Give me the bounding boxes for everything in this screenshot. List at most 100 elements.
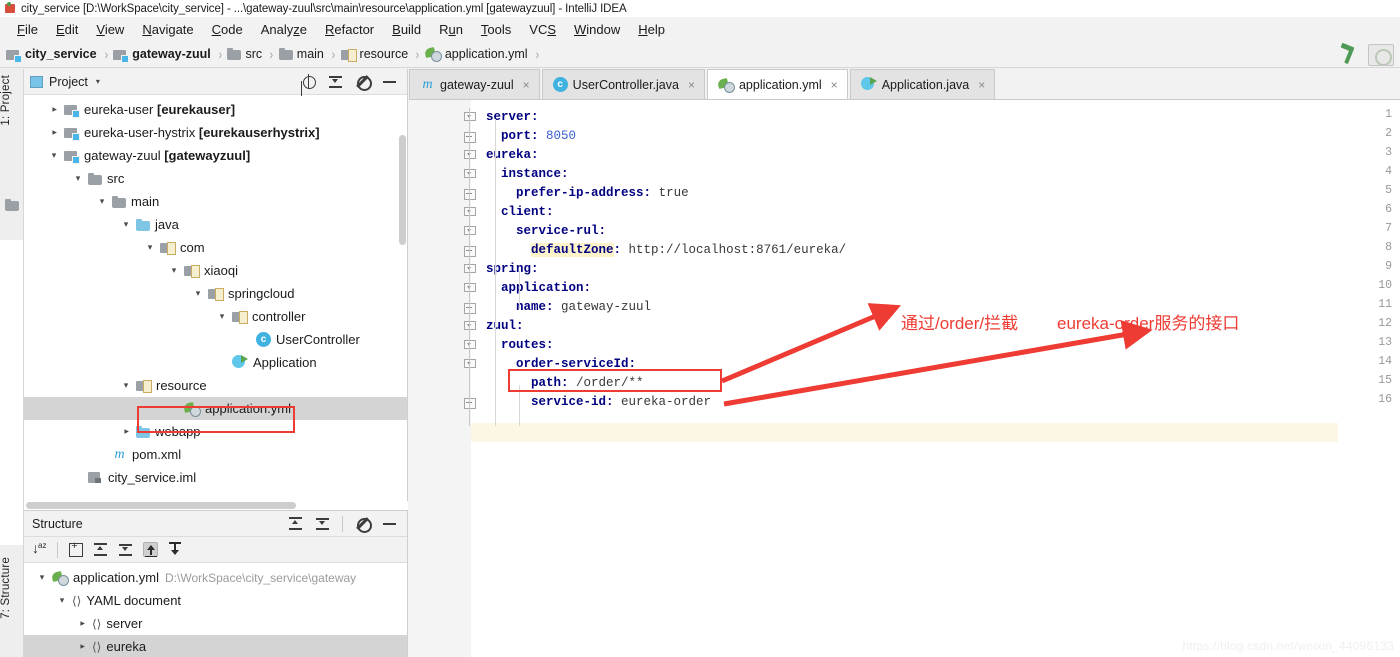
collapse-all-icon[interactable] — [315, 516, 330, 531]
tree-row-main[interactable]: ▾ main — [24, 190, 407, 213]
tree-row-eureka-user-hystrix[interactable]: ▾ eureka-user-hystrix [eurekauserhystrix… — [24, 121, 407, 144]
chevron-down-icon[interactable]: ▾ — [116, 380, 136, 391]
code-line: prefer-ip-address: true — [471, 184, 689, 203]
menu-edit[interactable]: Edit — [47, 20, 87, 39]
expand-all-icon[interactable] — [93, 542, 108, 557]
chevron-down-icon[interactable]: ▾ — [188, 288, 208, 299]
breadcrumb-item-src[interactable]: src — [227, 47, 262, 61]
menu-file[interactable]: File — [8, 20, 47, 39]
menu-help[interactable]: Help — [629, 20, 674, 39]
tree-row-controller[interactable]: ▾ controller — [24, 305, 407, 328]
tree-row-com[interactable]: ▾ com — [24, 236, 407, 259]
chevron-right-icon[interactable]: ▾ — [72, 641, 92, 652]
breadcrumb-item-resource[interactable]: resource — [340, 47, 408, 62]
structure-row-server[interactable]: ▾ ⟨⟩ server — [24, 612, 407, 635]
run-config-icon[interactable] — [1368, 44, 1394, 66]
code-line: routes: — [471, 336, 554, 355]
chevron-right-icon[interactable]: ▾ — [116, 426, 136, 437]
breadcrumb-item-main[interactable]: main — [278, 47, 324, 61]
tree-row-application-class[interactable]: Application — [24, 351, 407, 374]
menu-run[interactable]: Run — [430, 20, 472, 39]
tab-gateway-zuul[interactable]: m gateway-zuul × — [409, 69, 540, 99]
menu-window[interactable]: Window — [565, 20, 629, 39]
chevron-down-icon[interactable]: ▾ — [32, 572, 52, 583]
tree-row-springcloud[interactable]: ▾ springcloud — [24, 282, 407, 305]
project-tree-hscrollbar[interactable] — [24, 501, 408, 510]
yaml-key: client — [501, 205, 547, 219]
collapse-all-icon[interactable] — [118, 542, 133, 557]
tab-application-yml[interactable]: application.yml × — [706, 69, 848, 99]
tool-strip-project[interactable]: 1: Project — [0, 71, 24, 130]
code-line: client: — [471, 203, 554, 222]
chevron-down-icon[interactable]: ▾ — [68, 173, 88, 184]
code-line: port: 8050 — [471, 127, 576, 146]
tab-label: gateway-zuul — [440, 77, 514, 92]
chevron-right-icon[interactable]: ▾ — [44, 127, 64, 138]
structure-panel-title: Structure — [32, 516, 83, 531]
chevron-down-icon[interactable]: ▾ — [140, 242, 160, 253]
collapse-all-icon[interactable] — [328, 74, 343, 89]
yaml-key: service-rul — [516, 224, 599, 238]
structure-row-application-yml[interactable]: ▾ application.yml D:\WorkSpace\city_serv… — [24, 566, 407, 589]
yaml-file-icon — [718, 78, 735, 93]
menu-build[interactable]: Build — [383, 20, 430, 39]
breadcrumb-item-application-yml[interactable]: application.yml — [425, 47, 528, 62]
tree-row-src[interactable]: ▾ src — [24, 167, 407, 190]
tree-row-usercontroller[interactable]: c UserController — [24, 328, 407, 351]
tool-strip-structure[interactable]: 7: Structure — [0, 553, 24, 623]
menu-analyze[interactable]: Analyze — [252, 20, 316, 39]
chevron-down-icon[interactable]: ▾ — [116, 219, 136, 230]
folder-icon — [88, 172, 102, 185]
chevron-down-icon[interactable]: ▾ — [96, 77, 100, 86]
close-icon[interactable]: × — [978, 78, 985, 92]
menu-refactor[interactable]: Refactor — [316, 20, 383, 39]
chevron-down-icon[interactable]: ▾ — [212, 311, 232, 322]
scroll-from-source-icon[interactable] — [301, 74, 316, 89]
hammer-icon[interactable] — [1338, 44, 1360, 66]
show-properties-icon[interactable] — [68, 540, 83, 557]
tree-label: eureka-user-hystrix [eurekauserhystrix] — [84, 125, 320, 140]
menu-navigate[interactable]: Navigate — [133, 20, 202, 39]
settings-gear-icon[interactable] — [355, 74, 372, 91]
breadcrumb-separator: › — [104, 46, 108, 62]
close-icon[interactable]: × — [831, 78, 838, 92]
chevron-down-icon[interactable]: ▾ — [164, 265, 184, 276]
chevron-down-icon[interactable]: ▾ — [44, 150, 64, 161]
menu-code[interactable]: Code — [203, 20, 252, 39]
tree-row-java[interactable]: ▾ java — [24, 213, 407, 236]
menu-tools[interactable]: Tools — [472, 20, 520, 39]
chevron-right-icon[interactable]: ▾ — [44, 104, 64, 115]
yaml-separator: : — [561, 167, 569, 181]
tree-row-resource[interactable]: ▾ resource — [24, 374, 407, 397]
sort-alphabetically-icon[interactable] — [32, 540, 47, 557]
chevron-right-icon[interactable]: ▾ — [72, 618, 92, 629]
chevron-down-icon[interactable]: ▾ — [52, 595, 72, 606]
breadcrumb-item-city-service[interactable]: city_service — [6, 47, 97, 63]
project-window-icon — [30, 75, 43, 88]
project-tree-scrollbar[interactable] — [398, 95, 407, 275]
hide-icon[interactable] — [382, 74, 397, 89]
menu-vcs[interactable]: VCS — [520, 20, 565, 39]
yaml-key: defaultZone — [531, 243, 614, 257]
tree-row-city-service-iml[interactable]: city_service.iml — [24, 466, 407, 489]
code-line: service-rul: — [471, 222, 606, 241]
expand-all-icon[interactable] — [288, 516, 303, 531]
autoscroll-from-source-icon[interactable] — [168, 542, 183, 557]
settings-gear-icon[interactable] — [355, 516, 372, 533]
tree-row-eureka-user[interactable]: ▾ eureka-user [eurekauser] — [24, 98, 407, 121]
tab-usercontroller-java[interactable]: c UserController.java × — [541, 69, 705, 99]
hide-icon[interactable] — [382, 516, 397, 531]
menu-view[interactable]: View — [87, 20, 133, 39]
tab-application-java[interactable]: Application.java × — [849, 69, 996, 99]
close-icon[interactable]: × — [688, 78, 695, 92]
tree-row-xiaoqi[interactable]: ▾ xiaoqi — [24, 259, 407, 282]
close-icon[interactable]: × — [523, 78, 530, 92]
structure-row-eureka[interactable]: ▾ ⟨⟩ eureka — [24, 635, 407, 657]
tree-row-gateway-zuul[interactable]: ▾ gateway-zuul [gatewayzuul] — [24, 144, 407, 167]
breadcrumb-item-gateway-zuul[interactable]: gateway-zuul — [113, 47, 211, 63]
autoscroll-to-source-icon[interactable] — [143, 542, 158, 558]
left-strip-blank — [0, 240, 24, 545]
structure-row-yaml-document[interactable]: ▾ ⟨⟩ YAML document — [24, 589, 407, 612]
tree-row-pom-xml[interactable]: m pom.xml — [24, 443, 407, 466]
chevron-down-icon[interactable]: ▾ — [92, 196, 112, 207]
